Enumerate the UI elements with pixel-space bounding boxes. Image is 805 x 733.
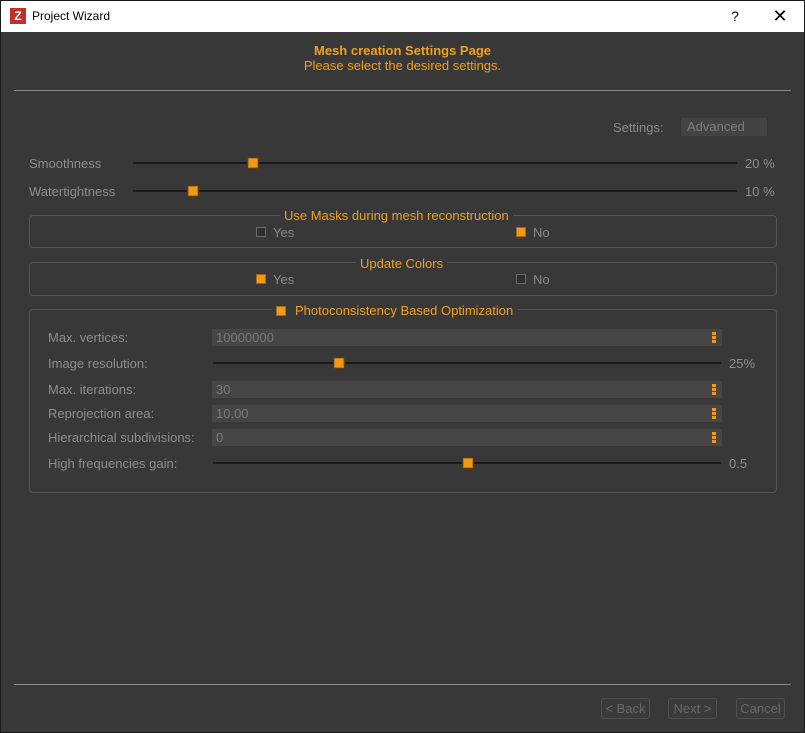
max-vertices-input[interactable]: 10000000	[212, 329, 722, 346]
reprojection-area-spinner[interactable]	[711, 407, 717, 420]
smoothness-value: 20 %	[745, 156, 775, 171]
hierarchical-subdivisions-input[interactable]: 0	[212, 429, 722, 446]
max-vertices-label: Max. vertices:	[48, 330, 129, 345]
hierarchical-subdivisions-label: Hierarchical subdivisions:	[48, 430, 195, 445]
high-frequencies-gain-value: 0.5	[729, 456, 748, 471]
max-iterations-input[interactable]: 30	[212, 381, 722, 398]
next-button[interactable]: Next >	[668, 698, 717, 719]
photoconsistency-checkbox[interactable]	[276, 306, 286, 316]
back-button[interactable]: < Back	[601, 698, 650, 719]
smoothness-slider-handle[interactable]	[247, 157, 259, 169]
masks-yes-checkbox[interactable]	[256, 227, 266, 237]
reprojection-area-label: Reprojection area:	[48, 406, 155, 421]
colors-yes-label: Yes	[273, 272, 295, 287]
image-resolution-value: 25%	[729, 356, 756, 371]
help-button[interactable]: ?	[723, 1, 747, 32]
masks-no-label: No	[533, 225, 550, 240]
settings-label: Settings:	[613, 120, 664, 135]
colors-no-label: No	[533, 272, 550, 287]
watertightness-slider-handle[interactable]	[187, 185, 199, 197]
update-colors-group-title: Update Colors	[356, 256, 448, 271]
smoothness-label: Smoothness	[29, 156, 102, 171]
page-subtitle: Please select the desired settings.	[303, 58, 502, 73]
photoconsistency-group-header: Photoconsistency Based Optimization	[272, 303, 518, 318]
max-iterations-spinner[interactable]	[711, 383, 717, 396]
masks-yes-label: Yes	[273, 225, 295, 240]
watertightness-label: Watertightness	[29, 184, 116, 199]
cancel-button[interactable]: Cancel	[736, 698, 785, 719]
high-frequencies-gain-label: High frequencies gain:	[48, 456, 178, 471]
max-vertices-spinner[interactable]	[711, 331, 717, 344]
hierarchical-subdivisions-spinner[interactable]	[711, 431, 717, 444]
project-wizard-window: Z Project Wizard ? ✕ Mesh creation Setti…	[0, 0, 805, 733]
footer-divider	[14, 684, 791, 685]
max-iterations-label: Max. iterations:	[48, 382, 137, 397]
settings-dropdown[interactable]: Advanced	[681, 118, 767, 136]
watertightness-slider-track[interactable]	[133, 190, 737, 192]
smoothness-slider-track[interactable]	[133, 162, 737, 164]
title-bar: Z Project Wizard ? ✕	[1, 1, 804, 32]
photoconsistency-group-title: Photoconsistency Based Optimization	[295, 303, 514, 318]
masks-no-checkbox[interactable]	[516, 227, 526, 237]
header-divider	[14, 90, 791, 91]
image-resolution-slider-handle[interactable]	[333, 357, 345, 369]
reprojection-area-input[interactable]: 10.00	[212, 405, 722, 422]
use-masks-group-title: Use Masks during mesh reconstruction	[280, 208, 513, 223]
watertightness-value: 10 %	[745, 184, 775, 199]
high-frequencies-gain-slider-handle[interactable]	[462, 457, 474, 469]
close-button[interactable]: ✕	[765, 1, 795, 32]
page-title: Mesh creation Settings Page	[314, 43, 491, 58]
colors-yes-checkbox[interactable]	[256, 274, 266, 284]
image-resolution-slider-track[interactable]	[213, 362, 721, 364]
image-resolution-label: Image resolution:	[48, 356, 148, 371]
colors-no-checkbox[interactable]	[516, 274, 526, 284]
window-title: Project Wizard	[32, 9, 111, 23]
app-logo-icon: Z	[10, 8, 26, 24]
